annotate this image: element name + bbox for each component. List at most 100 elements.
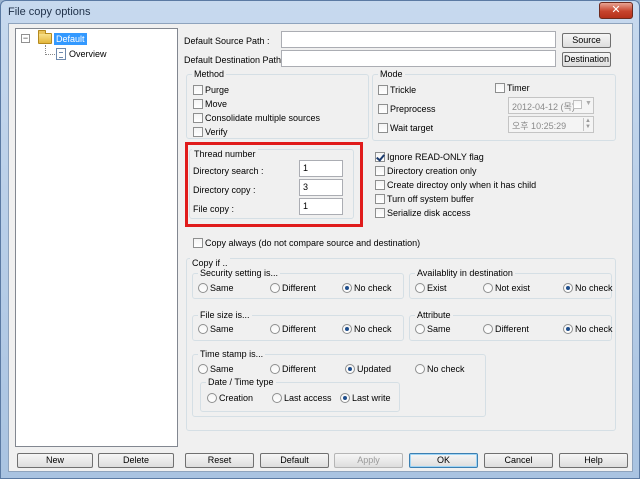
chevron-down-icon: ▼ (585, 100, 592, 107)
date-type-last-write-label: Last write (352, 393, 391, 403)
ignore-readonly-label: Ignore READ-ONLY flag (387, 152, 484, 162)
ok-button[interactable]: OK (409, 453, 478, 468)
new-button[interactable]: New (17, 453, 93, 468)
method-title: Method (192, 69, 227, 79)
security-no-check-radio[interactable] (342, 283, 352, 293)
serialize-disk-access-label: Serialize disk access (387, 208, 471, 218)
profile-tree[interactable]: − Default Overview (15, 28, 178, 447)
create-directory-with-child-label: Create directoy only when it has child (387, 180, 537, 190)
help-button[interactable]: Help (559, 453, 628, 468)
file-size-different-radio[interactable] (270, 324, 280, 334)
tree-item-overview[interactable]: Overview (69, 49, 107, 59)
serialize-disk-access-checkbox[interactable] (375, 208, 385, 218)
time-stamp-same-radio[interactable] (198, 364, 208, 374)
source-path-label: Default Source Path : (184, 36, 270, 46)
date-value: 2012-04-12 (목) (512, 102, 575, 112)
copy-if-title: Copy if .. (190, 258, 230, 268)
reset-button[interactable]: Reset (185, 453, 254, 468)
security-title: Security setting is... (198, 268, 281, 278)
time-stamp-title: Time stamp is... (198, 349, 266, 359)
time-stamp-updated-radio[interactable] (345, 364, 355, 374)
purge-checkbox[interactable] (193, 85, 203, 95)
availability-no-check-radio[interactable] (563, 283, 573, 293)
close-button[interactable]: ✕ (599, 2, 633, 19)
date-type-creation-label: Creation (219, 393, 254, 403)
attribute-different-label: Different (495, 324, 529, 334)
date-picker[interactable]: 2012-04-12 (목) ▼ (508, 97, 594, 114)
move-label: Move (205, 99, 228, 109)
title-bar[interactable]: File copy options ✕ (1, 1, 639, 23)
attribute-title: Attribute (415, 310, 453, 320)
preprocess-label: Preprocess (390, 104, 436, 114)
security-different-label: Different (282, 283, 316, 293)
attribute-no-check-label: No check (575, 324, 613, 334)
turn-off-system-buffer-label: Turn off system buffer (387, 194, 474, 204)
timer-checkbox[interactable] (495, 83, 505, 93)
wait-target-checkbox[interactable] (378, 123, 388, 133)
date-type-last-access-radio[interactable] (272, 393, 282, 403)
highlight-box (185, 142, 363, 227)
mode-title: Mode (378, 69, 405, 79)
availability-exist-radio[interactable] (415, 283, 425, 293)
tree-connector (45, 54, 55, 55)
turn-off-system-buffer-checkbox[interactable] (375, 194, 385, 204)
consolidate-checkbox[interactable] (193, 113, 203, 123)
verify-checkbox[interactable] (193, 127, 203, 137)
source-path-input[interactable] (281, 31, 556, 48)
spin-icon[interactable]: ▲ ▼ (583, 118, 592, 131)
directory-creation-only-checkbox[interactable] (375, 166, 385, 176)
verify-label: Verify (205, 127, 228, 137)
collapse-icon[interactable]: − (21, 34, 30, 43)
security-same-label: Same (210, 283, 234, 293)
move-checkbox[interactable] (193, 99, 203, 109)
copy-always-checkbox[interactable] (193, 238, 203, 248)
timer-label: Timer (507, 83, 530, 93)
date-type-creation-radio[interactable] (207, 393, 217, 403)
copy-always-label: Copy always (do not compare source and d… (205, 238, 421, 248)
availability-not-exist-radio[interactable] (483, 283, 493, 293)
date-time-type-title: Date / Time type (206, 377, 276, 387)
consolidate-label: Consolidate multiple sources (205, 113, 321, 123)
source-button[interactable]: Source (562, 33, 611, 48)
date-type-last-access-label: Last access (284, 393, 332, 403)
attribute-different-radio[interactable] (483, 324, 493, 334)
window-title: File copy options (8, 6, 91, 18)
attribute-same-label: Same (427, 324, 451, 334)
create-directory-with-child-checkbox[interactable] (375, 180, 385, 190)
delete-button[interactable]: Delete (98, 453, 174, 468)
ignore-readonly-checkbox[interactable] (375, 152, 385, 162)
time-stamp-updated-label: Updated (357, 364, 392, 374)
security-no-check-label: No check (354, 283, 392, 293)
file-copy-options-window: File copy options ✕ − Default Overview D… (0, 0, 640, 479)
availability-exist-label: Exist (427, 283, 447, 293)
file-size-no-check-radio[interactable] (342, 324, 352, 334)
default-button[interactable]: Default (260, 453, 329, 468)
folder-icon (38, 30, 52, 44)
destination-button[interactable]: Destination (562, 52, 611, 67)
calendar-icon (573, 100, 582, 109)
time-picker[interactable]: 오후 10:25:29 ▲ ▼ (508, 116, 594, 133)
trickle-checkbox[interactable] (378, 85, 388, 95)
file-size-same-radio[interactable] (198, 324, 208, 334)
file-size-different-label: Different (282, 324, 316, 334)
time-stamp-different-radio[interactable] (270, 364, 280, 374)
time-value: 오후 10:25:29 (512, 121, 567, 131)
apply-button[interactable]: Apply (334, 453, 403, 468)
tree-item-default[interactable]: Default (54, 33, 87, 45)
file-size-same-label: Same (210, 324, 234, 334)
destination-path-input[interactable] (281, 50, 556, 67)
client-area: − Default Overview Default Source Path :… (8, 23, 633, 472)
document-icon (56, 48, 66, 60)
destination-path-label: Default Destination Path : (184, 55, 287, 65)
security-different-radio[interactable] (270, 283, 280, 293)
date-type-last-write-radio[interactable] (340, 393, 350, 403)
preprocess-checkbox[interactable] (378, 104, 388, 114)
attribute-no-check-radio[interactable] (563, 324, 573, 334)
cancel-button[interactable]: Cancel (484, 453, 553, 468)
security-same-radio[interactable] (198, 283, 208, 293)
availability-title: Availablity in destination (415, 268, 515, 278)
time-stamp-no-check-radio[interactable] (415, 364, 425, 374)
trickle-label: Trickle (390, 85, 417, 95)
attribute-same-radio[interactable] (415, 324, 425, 334)
directory-creation-only-label: Directory creation only (387, 166, 477, 176)
